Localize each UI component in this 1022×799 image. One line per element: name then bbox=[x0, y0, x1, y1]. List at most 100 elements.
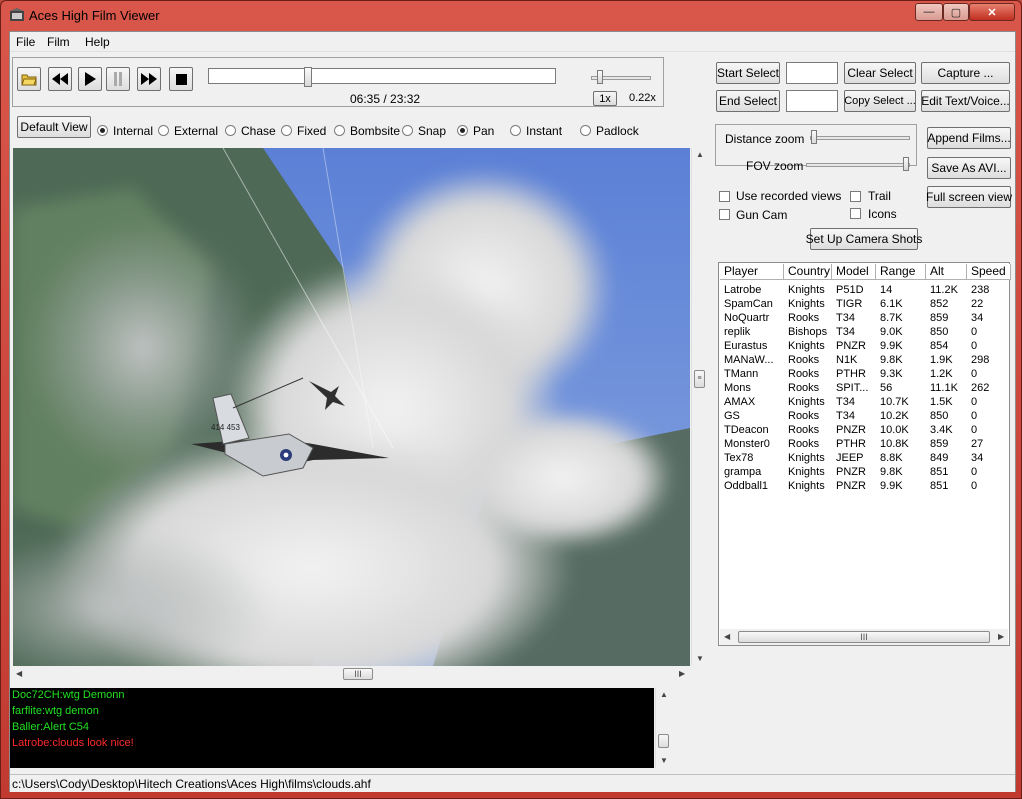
view-radio-fixed[interactable] bbox=[281, 125, 292, 136]
cell-speed: 262 bbox=[971, 382, 990, 394]
cell-alt: 850 bbox=[930, 410, 949, 422]
players-table: Player Country Model Range Alt Speed Latrobe K… bbox=[718, 262, 1011, 646]
edit-text-voice-button[interactable]: Edit Text/Voice... bbox=[921, 90, 1010, 112]
scroll-down-arrow[interactable]: ▼ bbox=[696, 654, 704, 663]
app-window: Aces High Film Viewer — ▢ ✕ File Film He… bbox=[0, 0, 1022, 799]
cell-range: 8.8K bbox=[880, 452, 903, 464]
menu-film[interactable]: Film bbox=[47, 35, 70, 49]
fov-zoom-slider[interactable] bbox=[806, 157, 910, 171]
cell-model: T34 bbox=[836, 312, 855, 324]
clear-select-button[interactable]: Clear Select bbox=[844, 62, 916, 84]
table-horizontal-scrollbar[interactable]: ◀ III ▶ bbox=[720, 629, 1008, 645]
chat-message: Baller:Alert C54 bbox=[12, 721, 90, 733]
table-hscroll-thumb[interactable]: III bbox=[738, 631, 990, 643]
viewport-vscroll-thumb[interactable]: ≡ bbox=[694, 370, 705, 388]
gun-cam-checkbox[interactable] bbox=[719, 209, 730, 220]
film-viewport[interactable]: 414 453 bbox=[13, 148, 690, 666]
cell-player: NoQuartr bbox=[724, 312, 770, 324]
default-view-button[interactable]: Default View bbox=[17, 116, 91, 138]
maximize-button[interactable]: ▢ bbox=[943, 3, 969, 21]
rewind-button[interactable] bbox=[48, 67, 72, 91]
close-button[interactable]: ✕ bbox=[969, 3, 1015, 21]
cell-player: SpamCan bbox=[724, 298, 773, 310]
chat-scroll-down-arrow[interactable]: ▼ bbox=[660, 756, 668, 765]
scroll-right-arrow[interactable]: ▶ bbox=[679, 669, 685, 678]
full-screen-view-button[interactable]: Full screen view bbox=[926, 186, 1012, 208]
stop-button[interactable] bbox=[169, 67, 193, 91]
chat-scroll-up-arrow[interactable]: ▲ bbox=[660, 690, 668, 699]
speed-slider-thumb[interactable] bbox=[597, 70, 603, 84]
cell-model: PNZR bbox=[836, 466, 866, 478]
title-bar[interactable]: Aces High Film Viewer — ▢ ✕ bbox=[1, 1, 1021, 29]
trail-label: Trail bbox=[868, 189, 891, 203]
cell-country: Rooks bbox=[788, 312, 820, 324]
cell-country: Knights bbox=[788, 284, 825, 296]
set-up-camera-shots-button[interactable]: Set Up Camera Shots bbox=[806, 228, 922, 250]
pause-button[interactable] bbox=[106, 67, 130, 91]
cell-range: 10.0K bbox=[880, 424, 909, 436]
timeline-thumb[interactable] bbox=[304, 67, 312, 87]
end-select-input[interactable] bbox=[786, 90, 838, 112]
cell-country: Bishops bbox=[788, 326, 828, 338]
column-header-alt[interactable]: Alt bbox=[926, 264, 967, 280]
use-recorded-views-checkbox[interactable] bbox=[719, 191, 730, 202]
column-header-range[interactable]: Range bbox=[876, 264, 926, 280]
distance-zoom-thumb[interactable] bbox=[811, 130, 817, 144]
cell-model: SPIT... bbox=[836, 382, 869, 394]
cell-country: Knights bbox=[788, 466, 825, 478]
chat-scroll-thumb[interactable] bbox=[658, 734, 669, 748]
cell-speed: 298 bbox=[971, 354, 990, 366]
cell-player: GS bbox=[724, 410, 740, 422]
viewport-hscroll-thumb[interactable]: III bbox=[343, 668, 373, 680]
menu-help[interactable]: Help bbox=[85, 35, 110, 49]
table-scroll-left-arrow[interactable]: ◀ bbox=[724, 632, 730, 641]
play-button[interactable] bbox=[78, 67, 102, 91]
scroll-left-arrow[interactable]: ◀ bbox=[16, 669, 22, 678]
append-films-button[interactable]: Append Films... bbox=[927, 127, 1011, 149]
rewind-icon bbox=[52, 73, 68, 85]
open-film-button[interactable] bbox=[17, 67, 41, 91]
view-radio-padlock[interactable] bbox=[580, 125, 591, 136]
cell-model: N1K bbox=[836, 354, 858, 366]
cell-country: Rooks bbox=[788, 438, 820, 450]
scroll-up-arrow[interactable]: ▲ bbox=[696, 150, 704, 159]
view-radio-bombsite[interactable] bbox=[334, 125, 345, 136]
start-select-input[interactable] bbox=[786, 62, 838, 84]
cell-range: 10.8K bbox=[880, 438, 909, 450]
view-radio-snap[interactable] bbox=[402, 125, 413, 136]
column-header-model[interactable]: Model bbox=[832, 264, 876, 280]
fov-zoom-thumb[interactable] bbox=[903, 157, 909, 171]
cell-model: T34 bbox=[836, 410, 855, 422]
chat-log: Doc72CH:wtg Demonn farflite:wtg demon Ball… bbox=[10, 688, 654, 768]
timeline-bar[interactable] bbox=[208, 67, 556, 87]
viewport-vertical-scrollbar[interactable]: ▲ ≡ ▼ bbox=[691, 148, 707, 666]
view-radio-chase[interactable] bbox=[225, 125, 236, 136]
table-scroll-right-arrow[interactable]: ▶ bbox=[998, 632, 1004, 641]
column-header-country[interactable]: Country bbox=[784, 264, 832, 280]
column-header-speed[interactable]: Speed bbox=[967, 264, 1011, 280]
cell-range: 10.7K bbox=[880, 396, 909, 408]
minimize-button[interactable]: — bbox=[915, 3, 943, 21]
view-radio-pan[interactable] bbox=[457, 125, 468, 136]
fast-forward-button[interactable] bbox=[137, 67, 161, 91]
copy-select-button[interactable]: Copy Select ... bbox=[844, 90, 916, 112]
speed-slider[interactable] bbox=[591, 70, 651, 84]
chat-vertical-scrollbar[interactable]: ▲ ▼ bbox=[655, 688, 671, 768]
cell-model: PNZR bbox=[836, 424, 866, 436]
column-header-player[interactable]: Player bbox=[720, 264, 784, 280]
end-select-button[interactable]: End Select bbox=[716, 90, 780, 112]
menu-file[interactable]: File bbox=[16, 35, 35, 49]
icons-checkbox[interactable] bbox=[850, 208, 861, 219]
distance-zoom-slider[interactable] bbox=[810, 130, 910, 144]
trail-checkbox[interactable] bbox=[850, 191, 861, 202]
save-as-avi-button[interactable]: Save As AVI... bbox=[927, 157, 1011, 179]
start-select-button[interactable]: Start Select bbox=[716, 62, 780, 84]
speed-multiplier-button[interactable]: 1x bbox=[593, 91, 617, 106]
cell-player: MANaW... bbox=[724, 354, 774, 366]
viewport-horizontal-scrollbar[interactable]: ◀ III ▶ bbox=[13, 666, 690, 682]
view-radio-instant[interactable] bbox=[510, 125, 521, 136]
capture-button[interactable]: Capture ... bbox=[921, 62, 1010, 84]
view-radio-internal[interactable] bbox=[97, 125, 108, 136]
view-radio-external[interactable] bbox=[158, 125, 169, 136]
cell-country: Knights bbox=[788, 396, 825, 408]
